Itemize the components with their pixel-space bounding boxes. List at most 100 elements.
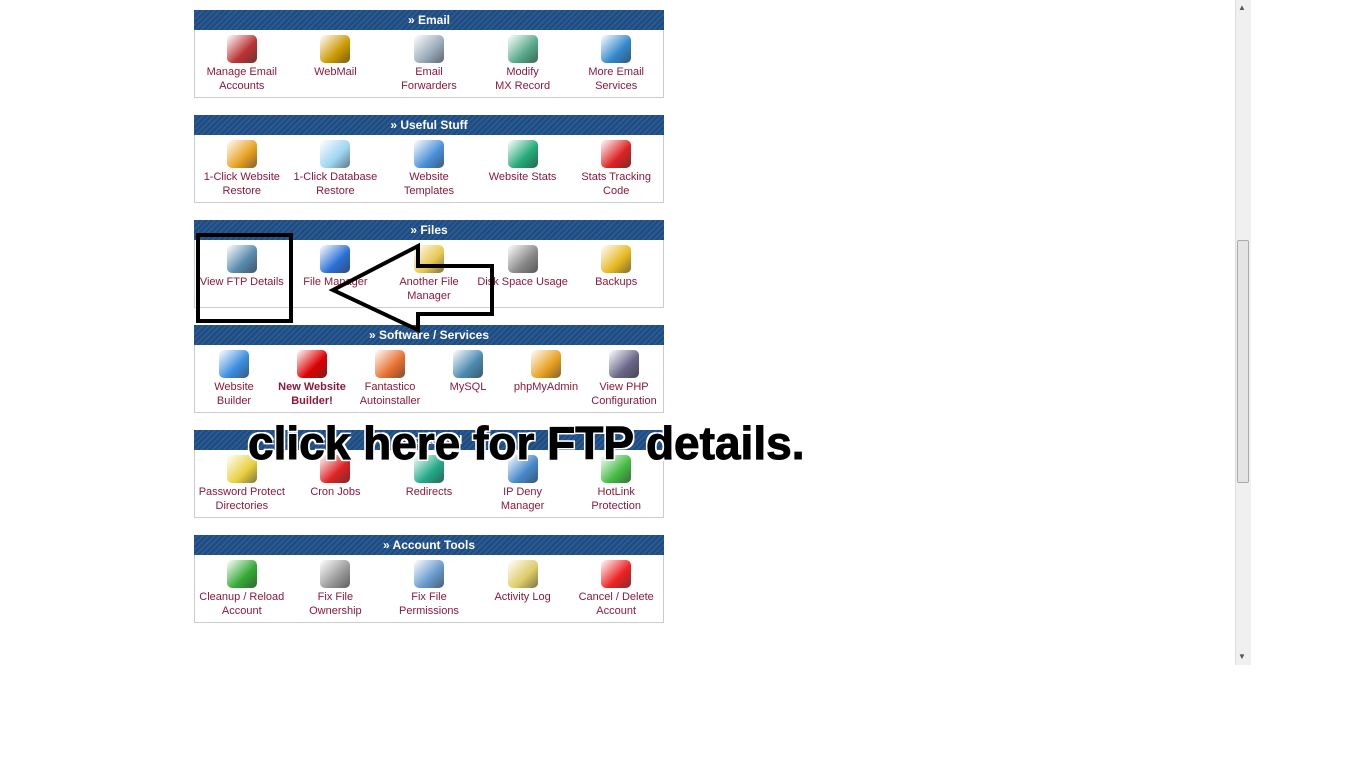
item-label: 1-Click Database Restore [293,171,378,197]
item-label: Redirects [405,486,453,498]
panel-header: » Account Tools [194,535,664,555]
item-label: Manage Email Accounts [206,66,277,92]
item-label: Cleanup / Reload Account [199,591,285,617]
box-restore-icon [226,140,257,168]
item-mysql[interactable]: MySQL [429,345,507,412]
item-activity-log[interactable]: Activity Log [476,555,570,622]
star-window-icon [413,140,444,168]
mailbox-icon [226,35,257,63]
network-icon [601,35,632,63]
item-label: View PHP Configuration [591,381,657,407]
item-website-templates[interactable]: Website Templates [382,135,476,202]
panel-email: » Email Manage Email Accounts WebMail Email… [194,10,664,98]
item-label: Activity Log [494,591,551,603]
item-website-stats[interactable]: Website Stats [476,135,570,202]
mx-record-icon [507,35,538,63]
item-manage-email-accounts[interactable]: Manage Email Accounts [195,30,289,97]
bar-chart-icon [507,140,538,168]
item-cancel-delete-account[interactable]: Cancel / Delete Account [569,555,663,622]
item-label: Website Templates [403,171,455,197]
panel-useful-stuff: » Useful Stuff 1-Click Website Restore 1-C… [194,115,664,203]
item-label: Cron Jobs [310,486,361,498]
panel-account-tools: » Account Tools Cleanup / Reload Account F… [194,535,664,623]
item-modify-mx-record[interactable]: Modify MX Record [476,30,570,97]
panel-header: » Files [194,220,664,240]
item-webmail[interactable]: WebMail [289,30,383,97]
item-label: MySQL [449,381,487,393]
wrench-icon [320,560,351,588]
item-label: Fix File Permissions [399,591,459,617]
item-new-website-builder[interactable]: New Website Builder! [273,345,351,412]
panel-header: » Software / Services [194,325,664,345]
item-label: Website Builder [214,381,254,407]
item-more-email-services[interactable]: More Email Services [569,30,663,97]
js-file-icon [601,140,632,168]
item-file-manager[interactable]: File Manager [289,240,383,307]
item-label: Disk Space Usage [477,276,568,288]
item-view-ftp-details[interactable]: View FTP Details [195,240,289,307]
item-label: Cancel / Delete Account [578,591,654,617]
panel-header: » Useful Stuff [194,115,664,135]
address-book-icon [320,35,351,63]
file-folder-icon [320,245,351,273]
software-box-icon [375,350,405,378]
item-backups[interactable]: Backups [569,240,663,307]
item-another-file-manager[interactable]: Another File Manager [382,240,476,307]
phpmyadmin-icon [531,350,561,378]
item-label: 1-Click Website Restore [203,171,280,197]
php-server-icon [609,350,639,378]
website-builder-icon [219,350,249,378]
item-label: Modify MX Record [495,66,551,92]
cancel-x-icon [601,560,632,588]
red-disc-icon [297,350,327,378]
scroll-up-icon[interactable]: ▲ [1238,3,1246,12]
item-label: New Website Builder! [278,381,346,407]
item-fantastico-autoinstaller[interactable]: Fantastico Autoinstaller [351,345,429,412]
item-stats-tracking-code[interactable]: Stats Tracking Code [569,135,663,202]
item-label: Website Stats [488,171,557,183]
item-view-php-configuration[interactable]: View PHP Configuration [585,345,663,412]
item-phpmyadmin[interactable]: phpMyAdmin [507,345,585,412]
item-label: HotLink Protection [591,486,641,512]
item-label: Email Forwarders [401,66,457,92]
panel-files: » Files View FTP Details File Manager Anoth… [194,220,664,308]
ftp-server-icon [226,245,257,273]
item-email-forwarders[interactable]: Email Forwarders [382,30,476,97]
item-label: phpMyAdmin [513,381,579,393]
panel-body: Manage Email Accounts WebMail Email Forwar… [194,30,664,98]
scrollbar-thumb[interactable] [1237,240,1249,483]
item-cleanup-reload-account[interactable]: Cleanup / Reload Account [195,555,289,622]
file-check-icon [413,560,444,588]
box-database-icon [320,140,351,168]
item-label: More Email Services [588,66,644,92]
panel-body: 1-Click Website Restore 1-Click Database … [194,135,664,203]
vertical-scrollbar[interactable]: ▲ ▼ [1235,0,1251,665]
item-website-builder[interactable]: Website Builder [195,345,273,412]
item-fix-file-ownership[interactable]: Fix File Ownership [289,555,383,622]
item-label: Fantastico Autoinstaller [359,381,421,407]
backup-tray-icon [601,245,632,273]
log-clock-icon [507,560,538,588]
envelope-forward-icon [413,35,444,63]
panel-body: Cleanup / Reload Account Fix File Ownersh… [194,555,664,623]
item-label: Stats Tracking Code [581,171,652,197]
item-label: IP Deny Manager [500,486,545,512]
item-fix-file-permissions[interactable]: Fix File Permissions [382,555,476,622]
reload-arrows-icon [226,560,257,588]
item-label: Backups [595,276,638,288]
annotation-text: click here for FTP details. [247,417,805,470]
item-disk-space-usage[interactable]: Disk Space Usage [476,240,570,307]
scroll-down-icon[interactable]: ▼ [1238,652,1246,661]
item-label: File Manager [303,276,368,288]
hard-disk-icon [507,245,538,273]
item-label: View FTP Details [199,276,284,288]
item-label: Password Protect Directories [198,486,285,512]
panel-body: View FTP Details File Manager Another File… [194,240,664,308]
folder-icon [413,245,444,273]
panel-software-services: » Software / Services Website Builder New … [194,325,664,413]
item-1-click-database-restore[interactable]: 1-Click Database Restore [289,135,383,202]
panel-header: » Email [194,10,664,30]
item-label: Fix File Ownership [309,591,362,617]
item-1-click-website-restore[interactable]: 1-Click Website Restore [195,135,289,202]
item-label: Another File Manager [399,276,459,302]
